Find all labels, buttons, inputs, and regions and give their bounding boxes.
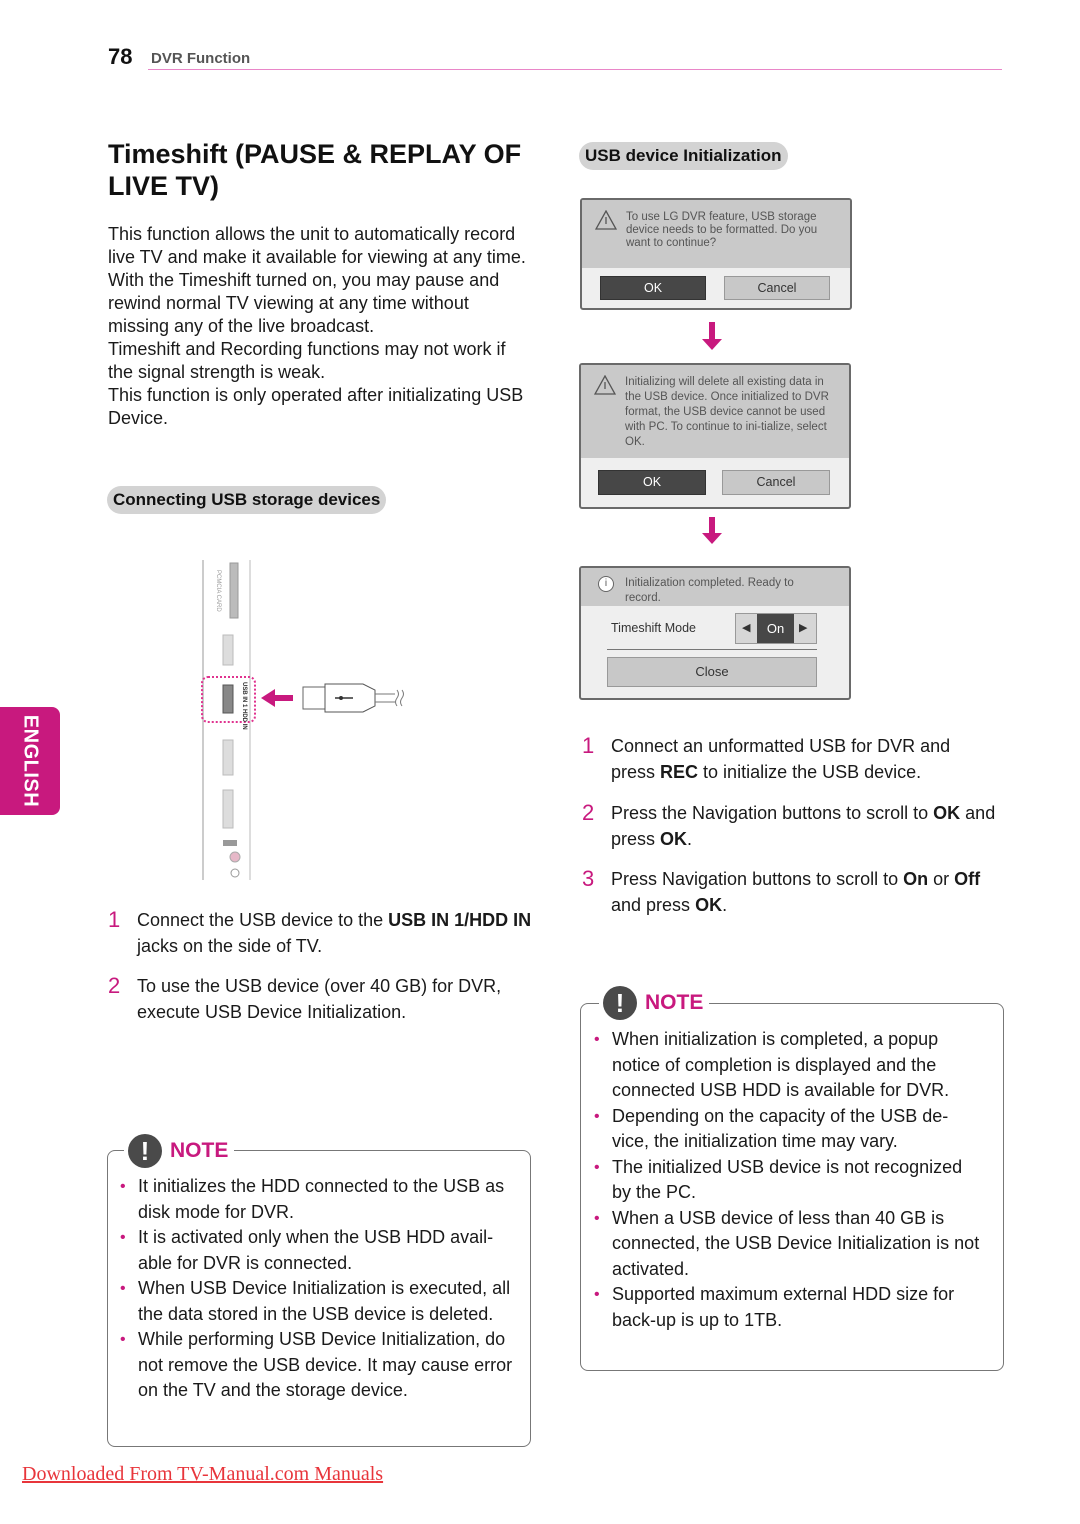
step-number: 1 — [108, 907, 121, 932]
ok-button[interactable]: OK — [598, 470, 706, 495]
usb-port-highlight: USB IN 1 HDD IN — [201, 676, 256, 730]
dialog-message-area: Initializing will delete all existing da… — [581, 365, 849, 458]
step-text-bold: OK — [933, 803, 961, 823]
timeshift-mode-value: On — [757, 614, 794, 643]
cancel-button[interactable]: Cancel — [722, 470, 830, 495]
dialog-message-area: To use LG DVR feature, USB storage devic… — [582, 200, 850, 268]
exclamation-icon: ! — [128, 1134, 162, 1168]
page-number: 78 — [108, 44, 133, 69]
note-item: It is activated only when the USB HDD av… — [116, 1225, 516, 1276]
usb-port-label: USB IN 1 HDD IN — [241, 682, 247, 730]
note-item: When a USB device of less than 40 GB is … — [590, 1206, 985, 1283]
step-text-plain: Press Navigation buttons to scroll to — [611, 869, 904, 889]
step-text: Connect the USB device to the USB IN 1/H… — [137, 907, 537, 959]
section-name: DVR Function — [151, 50, 251, 67]
step-number: 2 — [108, 973, 121, 998]
step-text-plain: . — [722, 895, 728, 915]
intro-paragraph: Timeshift and Recording functions may no… — [108, 339, 506, 382]
step-text-bold: REC — [660, 762, 699, 782]
info-icon: i — [598, 576, 614, 592]
warning-icon — [595, 210, 617, 230]
header-divider — [148, 69, 1002, 70]
note-list-connecting: It initializes the HDD connected to the … — [116, 1174, 516, 1404]
tv-side-panel-illustration: PCMCIA CARD USB IN 1 HDD IN — [201, 560, 404, 880]
usb-plug-icon — [302, 683, 404, 713]
note-item: When USB Device Initialization is execut… — [116, 1276, 516, 1327]
step-text: Press the Navigation buttons to scroll t… — [611, 800, 996, 852]
step-number: 1 — [582, 733, 595, 758]
note-header: ! NOTE — [124, 1134, 235, 1168]
timeshift-mode-selector[interactable]: ◀ On ▶ — [735, 613, 817, 644]
left-arrow-icon[interactable]: ◀ — [742, 621, 750, 634]
note-item: When initialization is completed, a popu… — [590, 1027, 985, 1104]
step-text-plain: to initialize the USB device. — [698, 762, 922, 782]
note-item: It initializes the HDD connected to the … — [116, 1174, 516, 1225]
language-tab-label: ENGLISH — [19, 714, 42, 808]
intro-paragraph: This function is only operated after ini… — [108, 385, 524, 428]
intro-text: This function allows the unit to automat… — [108, 223, 533, 430]
step-text-plain: . — [687, 829, 693, 849]
step-text-plain: Press the Navigation buttons to scroll t… — [611, 803, 934, 823]
timeshift-mode-label: Timeshift Mode — [611, 621, 696, 635]
step-number: 3 — [582, 866, 595, 891]
usb-init-heading: USB device Initialization — [579, 142, 788, 170]
step-text: Press Navigation buttons to scroll to On… — [611, 866, 1006, 918]
cancel-button[interactable]: Cancel — [724, 276, 830, 300]
dialog-message: Initialization completed. Ready to recor… — [625, 577, 794, 604]
note-label: NOTE — [645, 991, 704, 1014]
note-item: Depending on the capacity of the USB de-… — [590, 1104, 985, 1155]
step-text-bold: OK — [660, 829, 688, 849]
download-source-link[interactable]: Downloaded From TV-Manual.com Manuals — [22, 1463, 383, 1486]
insert-arrow-icon — [261, 689, 293, 707]
close-button[interactable]: Close — [607, 657, 817, 687]
format-confirm-dialog: To use LG DVR feature, USB storage devic… — [580, 198, 852, 310]
connecting-usb-heading: Connecting USB storage devices — [107, 486, 387, 514]
step-text: To use the USB device (over 40 GB) for D… — [137, 976, 502, 1022]
step-text-plain: jacks on the side of TV. — [137, 936, 323, 956]
step-text-plain: or — [928, 869, 955, 889]
step-text-bold: OK — [695, 895, 723, 915]
intro-paragraph: With the Timeshift turned on, you may pa… — [108, 270, 500, 336]
right-arrow-icon[interactable]: ▶ — [799, 621, 807, 634]
dialog-divider — [607, 649, 817, 650]
intro-paragraph: This function allows the unit to automat… — [108, 224, 526, 267]
dialog-message: To use LG DVR feature, USB storage devic… — [626, 211, 818, 249]
warning-icon — [594, 375, 616, 395]
dialog-message-area: i Initialization completed. Ready to rec… — [581, 568, 849, 606]
note-list-initialization: When initialization is completed, a popu… — [590, 1027, 985, 1333]
step-text: Connect an unformatted USB for DVR and p… — [611, 733, 996, 785]
note-label: NOTE — [170, 1139, 229, 1162]
exclamation-icon: ! — [603, 986, 637, 1020]
step-text-bold: On — [903, 869, 929, 889]
initialize-warning-dialog: Initializing will delete all existing da… — [579, 363, 851, 509]
initialization-complete-dialog: i Initialization completed. Ready to rec… — [579, 566, 851, 700]
svg-text:PCMCIA CARD: PCMCIA CARD — [215, 570, 221, 612]
note-item: While performing USB Device Initializati… — [116, 1327, 516, 1404]
step-text-bold: USB IN 1/HDD IN — [388, 910, 532, 930]
note-header: ! NOTE — [599, 986, 710, 1020]
language-tab: ENGLISH — [0, 707, 60, 815]
page-title: Timeshift (PAUSE & REPLAY OF LIVE TV) — [108, 139, 522, 201]
step-text-plain: and press — [611, 895, 696, 915]
step-text-bold: Off — [954, 869, 981, 889]
note-item: Supported maximum external HDD size for … — [590, 1282, 985, 1333]
note-item: The initialized USB device is not recogn… — [590, 1155, 985, 1206]
ok-button[interactable]: OK — [600, 276, 706, 300]
dialog-message: Initializing will delete all existing da… — [625, 376, 829, 448]
step-text-plain: Connect the USB device to the — [137, 910, 389, 930]
step-number: 2 — [582, 800, 595, 825]
